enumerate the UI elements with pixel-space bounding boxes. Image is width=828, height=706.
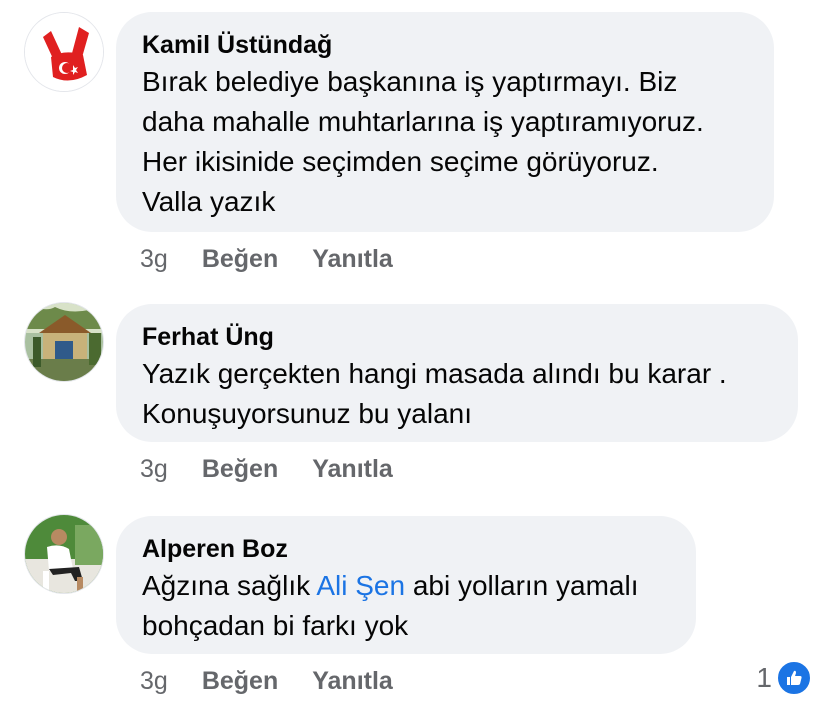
comment-bubble: Ferhat Üng Yazık gerçekten hangi masada … — [116, 304, 798, 442]
reply-button[interactable]: Yanıtla — [312, 666, 393, 696]
comment-text-line: Konuşuyorsunuz bu yalanı — [142, 398, 472, 429]
comment-author[interactable]: Ferhat Üng — [142, 320, 772, 354]
comment-text-segment: abi yolların yamalı — [405, 570, 639, 601]
avatar-hand-flag-icon — [25, 13, 103, 91]
timestamp[interactable]: 3g — [140, 666, 168, 696]
avatar[interactable] — [24, 302, 104, 382]
comment-text-line: Valla yazık — [142, 186, 276, 217]
reaction-count: 1 — [756, 662, 772, 693]
comment-text-line: Ağzına sağlık Ali Şen abi yolların yamal… — [142, 566, 670, 606]
comment-bubble: Kamil Üstündağ Bırak belediye başkanına … — [116, 12, 774, 232]
comment-actions: 3g Beğen Yanıtla — [140, 454, 427, 484]
avatar-person-photo-icon — [25, 515, 103, 593]
reaction-summary[interactable]: 1 — [756, 660, 812, 696]
comment-text-line: Yazık gerçekten hangi masada alındı bu k… — [142, 358, 727, 389]
timestamp[interactable]: 3g — [140, 244, 168, 274]
comment-text-line: Bırak belediye başkanına iş yaptırmayı. … — [142, 66, 678, 97]
mention-link[interactable]: Ali Şen — [316, 570, 405, 601]
comment-bubble: Alperen Boz Ağzına sağlık Ali Şen abi yo… — [116, 516, 696, 654]
avatar[interactable] — [24, 12, 104, 92]
comment-actions: 3g Beğen Yanıtla — [140, 244, 427, 274]
thumbs-up-icon — [776, 660, 812, 696]
like-button[interactable]: Beğen — [202, 454, 278, 484]
reply-button[interactable]: Yanıtla — [312, 454, 393, 484]
comment-text-line: bohçadan bi farkı yok — [142, 610, 409, 641]
timestamp[interactable]: 3g — [140, 454, 168, 484]
comment-text-segment: Ağzına sağlık — [142, 570, 317, 601]
comment-text-line: daha mahalle muhtarlarına iş yaptıramıyo… — [142, 106, 704, 137]
reply-button[interactable]: Yanıtla — [312, 244, 393, 274]
comment-author[interactable]: Kamil Üstündağ — [142, 28, 748, 62]
avatar[interactable] — [24, 514, 104, 594]
avatar-house-photo-icon — [25, 303, 103, 381]
like-button[interactable]: Beğen — [202, 666, 278, 696]
comment-actions: 3g Beğen Yanıtla — [140, 666, 427, 696]
comment-text-line: Her ikisinide seçimden seçime görüyoruz. — [142, 146, 659, 177]
comment-author[interactable]: Alperen Boz — [142, 532, 670, 566]
like-button[interactable]: Beğen — [202, 244, 278, 274]
